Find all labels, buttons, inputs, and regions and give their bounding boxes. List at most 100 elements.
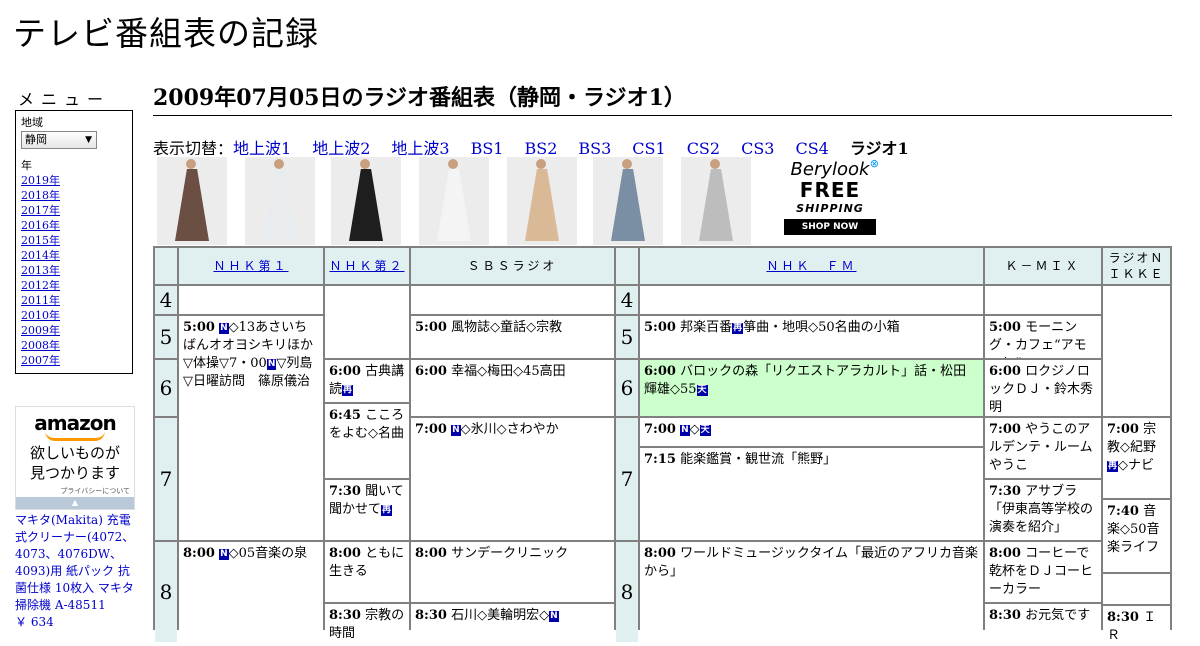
region-select[interactable]: 静岡 ▼ — [21, 131, 97, 149]
year-link-2014[interactable]: 2014年 — [21, 248, 127, 263]
channel-link-nhk2[interactable]: ＮＨＫ第２ — [329, 259, 404, 273]
page-title: 2009年07月05日のラジオ番組表（静岡・ラジオ1） — [153, 84, 1172, 116]
menu-box: 地域 静岡 ▼ 年 2019年 2018年 2017年 2016年 2015年 … — [15, 110, 133, 374]
site-title: テレビ番組表の記録 — [13, 14, 319, 53]
dress-image-1[interactable] — [157, 157, 227, 245]
hour-label-6: 6 — [155, 360, 177, 416]
free-shipping-promo[interactable]: ⊗ Berylook FREE SHIPPING SHOP NOW — [779, 155, 881, 245]
amazon-ad-footer-bar: ▲ — [16, 497, 134, 509]
year-link-2016[interactable]: 2016年 — [21, 218, 127, 233]
program-empty — [325, 286, 409, 358]
program-nikkei-0700[interactable]: 7:00 宗教◇紀野再◇ナビ — [1103, 418, 1170, 498]
dress-image-4[interactable] — [419, 157, 489, 245]
program-fm-0600-highlighted[interactable]: 6:00 バロックの森「リクエストアラカルト」話・松田輝雄◇55天 — [640, 360, 983, 416]
hour-label-7: 7 — [155, 418, 177, 540]
program-nikkei-0830[interactable]: 8:30 ＩＲ — [1103, 606, 1170, 646]
year-link-2008[interactable]: 2008年 — [21, 338, 127, 353]
program-nhk2-0830[interactable]: 8:30 宗教の時間 — [325, 604, 409, 644]
amazon-tagline-1: 欲しいものが — [29, 444, 120, 462]
program-fm-0500[interactable]: 5:00 邦楽百番再箏曲・地唄◇50名曲の小箱 — [640, 316, 983, 358]
program-kmix-0500[interactable]: 5:00 モーニング・カフェ“アモーレ” — [985, 316, 1101, 358]
channel-header-nhkfm[interactable]: ＮＨＫ ＦＭ — [640, 248, 983, 284]
amazon-privacy-link[interactable]: プライバシーについて — [60, 486, 130, 496]
year-link-2012[interactable]: 2012年 — [21, 278, 127, 293]
program-sbs-0600[interactable]: 6:00 幸福◇梅田◇45高田 — [411, 360, 614, 416]
rerun-badge-icon: 再 — [732, 323, 744, 334]
news-badge-icon: N — [549, 611, 559, 622]
program-empty — [1103, 286, 1170, 416]
hour-label-5-middle: 5 — [616, 316, 638, 358]
dress-image-6[interactable] — [593, 157, 663, 245]
hour-label-8: 8 — [155, 542, 177, 642]
program-empty — [640, 286, 983, 314]
year-link-2007[interactable]: 2007年 — [21, 353, 127, 368]
product-link[interactable]: マキタ(Makita) 充電式クリーナー(4072、4073、4076DW、40… — [15, 513, 134, 612]
hour-label-4-middle: 4 — [616, 286, 638, 314]
program-sbs-0830[interactable]: 8:30 石川◇美輪明宏◇N — [411, 604, 614, 644]
close-icon[interactable]: ⊗ — [870, 157, 879, 170]
dress-image-2[interactable] — [245, 157, 315, 245]
promo-free: FREE — [799, 178, 861, 202]
news-badge-icon: N — [219, 549, 229, 560]
program-fm-0800[interactable]: 8:00 ワールドミュージックタイム「最近のアフリカ音楽から」 — [640, 542, 983, 642]
year-link-2013[interactable]: 2013年 — [21, 263, 127, 278]
hour-label-8-middle: 8 — [616, 542, 638, 642]
news-badge-icon: N — [219, 323, 229, 334]
region-select-value: 静岡 — [25, 133, 47, 146]
program-kmix-0730[interactable]: 7:30 アサブラ「伊東高等学校の演奏を紹介」 — [985, 480, 1101, 540]
program-nhk2-0645[interactable]: 6:45 こころをよむ◇名曲 — [325, 404, 409, 478]
year-link-2018[interactable]: 2018年 — [21, 188, 127, 203]
rerun-badge-icon: 再 — [342, 385, 354, 396]
hour-label-5: 5 — [155, 316, 177, 358]
program-sbs-0700[interactable]: 7:00 N◇氷川◇さわやか — [411, 418, 614, 540]
program-empty — [411, 286, 614, 314]
channel-link-nhk1[interactable]: ＮＨＫ第１ — [213, 259, 288, 273]
program-nhk1-0800[interactable]: 8:00 N◇05音楽の泉 — [179, 542, 323, 642]
program-sbs-0500[interactable]: 5:00 風物誌◇童話◇宗教 — [411, 316, 614, 358]
year-link-2017[interactable]: 2017年 — [21, 203, 127, 218]
weather-badge-icon: 天 — [699, 425, 711, 436]
program-kmix-0600[interactable]: 6:00 ロクジノロックＤＪ・鈴木秀明 — [985, 360, 1101, 416]
program-nhk1-0500[interactable]: 5:00 N◇13あさいちばんオオヨシキリほか▽体操▽7・00N▽列島▽日曜訪問… — [179, 316, 323, 540]
schedule-grid: ＮＨＫ第１ ＮＨＫ第２ ＳＢＳラジオ ＮＨＫ ＦＭ Ｋ－ＭＩＸ ラジオＮＩＫＫＥ… — [153, 246, 1172, 646]
channel-header-nikkei: ラジオＮＩＫＫＥＩ — [1103, 248, 1170, 284]
program-fm-0700[interactable]: 7:00 N◇天 — [640, 418, 983, 446]
year-label: 年 — [21, 159, 32, 172]
program-kmix-0830[interactable]: 8:30 お元気です — [985, 604, 1101, 644]
program-kmix-0800[interactable]: 8:00 コーヒーで乾杯をＤＪコーヒーカラー — [985, 542, 1101, 602]
weather-badge-icon: 天 — [696, 385, 708, 396]
dress-image-5[interactable] — [507, 157, 577, 245]
shop-now-button[interactable]: SHOP NOW — [784, 219, 876, 235]
amazon-ad-banner[interactable]: amazon 欲しいものが 見つかります プライバシーについて ▲ — [15, 406, 135, 510]
program-nhk2-0730[interactable]: 7:30 聞いて聞かせて再 — [325, 480, 409, 540]
program-nhk2-0600[interactable]: 6:00 古典講読再 — [325, 360, 409, 402]
program-kmix-0700[interactable]: 7:00 やうこのアルデンテ・ルームやうこ — [985, 418, 1101, 478]
year-link-2015[interactable]: 2015年 — [21, 233, 127, 248]
chevron-up-icon: ▲ — [71, 498, 79, 507]
dress-image-7[interactable] — [681, 157, 751, 245]
channel-header-nhk1[interactable]: ＮＨＫ第１ — [179, 248, 323, 284]
program-nikkei-0740[interactable]: 7:40 音楽◇50音楽ライフ — [1103, 500, 1170, 572]
dress-image-3[interactable] — [331, 157, 401, 245]
channel-link-nhkfm[interactable]: ＮＨＫ ＦＭ — [766, 259, 856, 273]
channel-header-kmix: Ｋ－ＭＩＸ — [985, 248, 1101, 284]
region-label: 地域 — [21, 116, 43, 129]
program-fm-0715[interactable]: 7:15 能楽鑑賞・観世流「熊野」 — [640, 448, 983, 540]
header-corner-left — [155, 248, 177, 284]
program-nhk2-0800[interactable]: 8:00 ともに生きる — [325, 542, 409, 602]
program-empty — [985, 286, 1101, 314]
rerun-badge-icon: 再 — [1107, 461, 1119, 472]
rerun-badge-icon: 再 — [381, 505, 393, 516]
year-link-2009[interactable]: 2009年 — [21, 323, 127, 338]
year-link-2010[interactable]: 2010年 — [21, 308, 127, 323]
channel-header-sbs: ＳＢＳラジオ — [411, 248, 614, 284]
product-price[interactable]: ￥ 634 — [15, 615, 54, 629]
program-sbs-0800[interactable]: 8:00 サンデークリニック — [411, 542, 614, 602]
program-nikkei-0800 — [1103, 574, 1170, 604]
fashion-ad-strip[interactable]: ⊗ Berylook FREE SHIPPING SHOP NOW — [153, 155, 881, 245]
year-link-2019[interactable]: 2019年 — [21, 173, 127, 188]
product-ad[interactable]: マキタ(Makita) 充電式クリーナー(4072、4073、4076DW、40… — [15, 512, 137, 631]
hour-label-6-middle: 6 — [616, 360, 638, 416]
year-link-2011[interactable]: 2011年 — [21, 293, 127, 308]
channel-header-nhk2[interactable]: ＮＨＫ第２ — [325, 248, 409, 284]
